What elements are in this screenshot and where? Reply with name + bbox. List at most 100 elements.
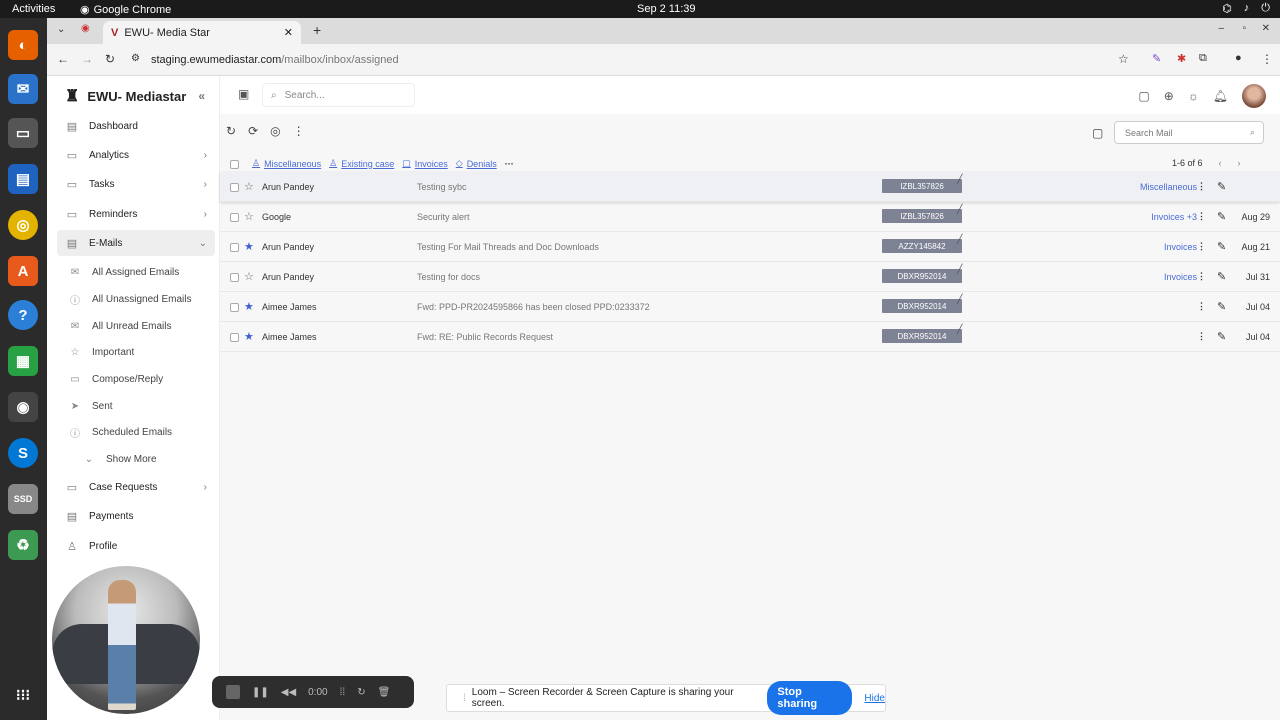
mail-tag[interactable]: Miscellaneous [1140, 182, 1197, 192]
filter-invoices[interactable]: ▢ Invoices [402, 158, 448, 169]
calendar-icon[interactable]: ▣ [238, 87, 249, 101]
mail-row[interactable]: ☆ Google Security alert IZBL357826 ╱ Invoices… [220, 202, 1280, 232]
mail-tag[interactable]: Invoices [1164, 242, 1197, 252]
nav-analytics[interactable]: ▭ Analytics › [57, 142, 215, 168]
nav-case-requests[interactable]: ▭ Case Requests › [57, 474, 215, 500]
case-badge[interactable]: DBXR952014 [882, 329, 962, 343]
hide-button[interactable]: Hide [864, 693, 885, 704]
more-filters-icon[interactable]: ··· [505, 159, 514, 169]
mail-tag[interactable]: Invoices [1164, 272, 1197, 282]
settings-icon[interactable]: ◎ [270, 124, 280, 138]
row-checkbox[interactable] [230, 333, 239, 342]
browser-tab[interactable]: V EWU- Media Star ✕ [103, 21, 301, 44]
star-icon[interactable]: ☆ [244, 270, 254, 283]
active-app-label[interactable]: ◉ Google Chrome [80, 3, 171, 17]
subnav-all-unread[interactable]: ✉ All Unread Emails [67, 314, 172, 338]
webcam-preview[interactable] [52, 566, 200, 714]
subnav-scheduled[interactable]: ⓘ Scheduled Emails [67, 420, 172, 444]
collapse-sidebar-icon[interactable]: « [198, 89, 205, 103]
row-checkbox[interactable] [230, 243, 239, 252]
trash-icon[interactable]: ♻ [8, 530, 38, 560]
drag-handle-icon[interactable]: ⁞⁞ [340, 687, 346, 698]
mail-row[interactable]: ☆ Arun Pandey Testing for docs DBXR952014 ╱ I… [220, 262, 1280, 292]
subnav-all-unassigned[interactable]: ⓘ All Unassigned Emails [67, 287, 192, 311]
chat-icon[interactable]: ▢ [1138, 89, 1149, 103]
help-icon[interactable]: ? [8, 300, 38, 330]
star-icon[interactable]: ☆ [244, 210, 254, 223]
subnav-sent[interactable]: ➤ Sent [67, 394, 113, 418]
star-icon[interactable]: ★ [244, 330, 254, 343]
row-checkbox[interactable] [230, 183, 239, 192]
system-tray[interactable]: ⌬ ♪ ⏻ [1222, 2, 1270, 15]
show-more-button[interactable]: ⌄ Show More [81, 447, 157, 471]
brand[interactable]: ♜ EWU- Mediastar « [65, 86, 205, 106]
sync-icon[interactable]: ⟳ [248, 124, 258, 138]
theme-toggle-icon[interactable]: ☼ [1188, 89, 1199, 103]
comment-icon[interactable]: ▢ [1092, 126, 1103, 140]
close-window-icon[interactable]: ✕ [1262, 23, 1270, 34]
calc-icon[interactable]: ▦ [8, 346, 38, 376]
site-info-icon[interactable]: ⚙ [131, 53, 140, 64]
close-tab-icon[interactable]: ✕ [284, 26, 293, 39]
thunderbird-icon[interactable]: ✉ [8, 74, 38, 104]
url-field[interactable]: staging.ewumediastar.com/mailbox/inbox/a… [151, 54, 399, 66]
star-icon[interactable]: ★ [244, 300, 254, 313]
nav-dashboard[interactable]: ▤ Dashboard [57, 113, 215, 139]
stop-sharing-button[interactable]: Stop sharing [767, 681, 853, 715]
restart-icon[interactable]: ↻ [357, 687, 365, 698]
bell-icon[interactable]: 🔔︎ [1213, 89, 1228, 103]
edit-icon[interactable]: ✎ [1217, 180, 1226, 193]
case-badge[interactable]: DBXR952014 [882, 299, 962, 313]
files-icon[interactable]: ▭ [8, 118, 38, 148]
filter-denials[interactable]: ◇ Denials [456, 158, 497, 169]
search-mail-input[interactable]: Search Mail ⌕ [1114, 121, 1264, 144]
row-checkbox[interactable] [230, 213, 239, 222]
edit-icon[interactable]: ✎ [1217, 210, 1226, 223]
new-tab-icon[interactable]: + [313, 22, 321, 38]
add-icon[interactable]: ⊕ [1164, 89, 1174, 103]
star-icon[interactable]: ☆ [244, 180, 254, 193]
chrome-dock-icon[interactable]: ◉ [8, 392, 38, 422]
edit-icon[interactable]: ✎ [1217, 240, 1226, 253]
pause-icon[interactable]: ❚❚ [252, 687, 269, 698]
profile-icon[interactable]: ● [1235, 52, 1242, 64]
skype-icon[interactable]: S [8, 438, 38, 468]
global-search-input[interactable]: ⌕ Search... [262, 83, 415, 107]
mail-tag[interactable]: Invoices +3 [1151, 212, 1197, 222]
writer-icon[interactable]: ▤ [8, 164, 38, 194]
row-checkbox[interactable] [230, 303, 239, 312]
bookmark-star-icon[interactable]: ☆ [1118, 52, 1129, 66]
mail-row[interactable]: ★ Aimee James Fwd: PPD-PR2024595866 has be… [220, 292, 1280, 322]
back-icon[interactable]: ← [57, 52, 69, 66]
subnav-compose[interactable]: ▭ Compose/Reply [67, 367, 163, 391]
case-badge[interactable]: AZZY145842 [882, 239, 962, 253]
stop-record-icon[interactable] [226, 685, 240, 699]
maximize-icon[interactable]: ▫ [1242, 23, 1246, 34]
nav-emails[interactable]: ▤ E-Mails ⌄ [57, 230, 215, 256]
edit-icon[interactable]: ✎ [1217, 300, 1226, 313]
mail-row[interactable]: ☆ Arun Pandey Testing sybc IZBL357826 ╱ Misce… [220, 172, 1280, 202]
nav-tasks[interactable]: ▭ Tasks › [57, 171, 215, 197]
row-menu-icon[interactable]: ⋮ [1197, 301, 1206, 312]
row-menu-icon[interactable]: ⋮ [1197, 271, 1206, 282]
tab-list-icon[interactable]: ⌄ [57, 24, 65, 35]
refresh-icon[interactable]: ↻ [226, 124, 236, 138]
case-badge[interactable]: IZBL357826 [882, 179, 962, 193]
prev-page-icon[interactable]: ‹ [1219, 158, 1222, 168]
chrome-menu-icon[interactable]: ⋮ [1261, 52, 1273, 66]
clock[interactable]: Sep 2 11:39 [637, 3, 696, 15]
extension-pen-icon[interactable]: ✎ [1152, 52, 1161, 65]
row-menu-icon[interactable]: ⋮ [1197, 241, 1206, 252]
star-icon[interactable]: ★ [244, 240, 254, 253]
row-menu-icon[interactable]: ⋮ [1197, 181, 1206, 192]
drag-handle-icon[interactable]: ⁞ [463, 693, 466, 704]
filter-miscellaneous[interactable]: ♙ Miscellaneous [252, 158, 321, 169]
mail-row[interactable]: ★ Arun Pandey Testing For Mail Threads and… [220, 232, 1280, 262]
nav-payments[interactable]: ▤ Payments [57, 503, 215, 529]
filter-existing-case[interactable]: ♙ Existing case [329, 158, 394, 169]
case-badge[interactable]: DBXR952014 [882, 269, 962, 283]
activities-button[interactable]: Activities [12, 3, 55, 15]
rewind-icon[interactable]: ◀◀ [281, 687, 296, 698]
nav-reminders[interactable]: ▭ Reminders › [57, 201, 215, 227]
ssd-drive-icon[interactable]: SSD [8, 484, 38, 514]
